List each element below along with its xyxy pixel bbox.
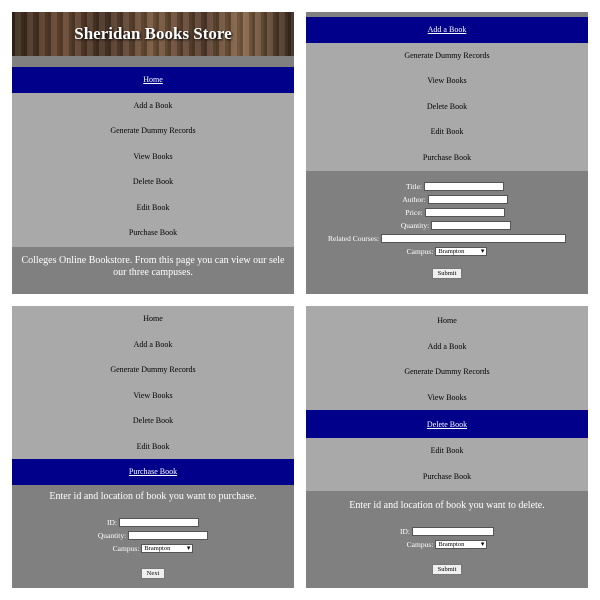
- nav-item-purchase-book[interactable]: Purchase Book: [306, 463, 588, 489]
- nav-menu: Home Add a Book Generate Dummy Records V…: [12, 306, 294, 485]
- nav-item-delete-book[interactable]: Delete Book: [12, 169, 294, 195]
- intro-line-2: our three campuses.: [113, 267, 193, 278]
- add-book-page-panel: Add a Book Generate Dummy Records View B…: [306, 12, 588, 294]
- nav-item-view-books[interactable]: View Books: [12, 382, 294, 408]
- nav-item-generate-dummy-records[interactable]: Generate Dummy Records: [306, 359, 588, 385]
- nav-item-edit-book[interactable]: Edit Book: [306, 119, 588, 145]
- related-courses-label: Related Courses:: [327, 234, 380, 243]
- submit-button[interactable]: Submit: [431, 564, 463, 575]
- nav-menu: Home Add a Book Generate Dummy Records V…: [12, 67, 294, 246]
- nav-item-add-book[interactable]: Add a Book: [306, 17, 588, 43]
- store-title: Sheridan Books Store: [74, 24, 232, 43]
- id-input[interactable]: [412, 527, 494, 536]
- price-input[interactable]: [424, 208, 505, 217]
- intro-text: Colleges Online Bookstore. From this pag…: [12, 247, 294, 279]
- nav-item-home[interactable]: Home: [12, 306, 294, 332]
- campus-select[interactable]: Brampton: [435, 540, 488, 549]
- nav-item-view-books[interactable]: View Books: [12, 143, 294, 169]
- nav-item-delete-book[interactable]: Delete Book: [12, 408, 294, 434]
- nav-item-edit-book[interactable]: Edit Book: [12, 433, 294, 459]
- id-input[interactable]: [119, 518, 199, 527]
- nav-item-generate-dummy-records[interactable]: Generate Dummy Records: [12, 357, 294, 383]
- campus-label: Campus:: [112, 544, 140, 553]
- banner-divider: [12, 56, 294, 67]
- submit-button[interactable]: Submit: [431, 268, 463, 279]
- nav-item-add-book[interactable]: Add a Book: [12, 92, 294, 118]
- campus-select-value: Brampton: [438, 541, 465, 548]
- campus-label: Campus:: [406, 540, 434, 549]
- author-label: Author:: [402, 195, 426, 204]
- nav-item-view-books[interactable]: View Books: [306, 68, 588, 94]
- delete-instructions: Enter id and location of book you want t…: [349, 500, 545, 511]
- nav-item-generate-dummy-records[interactable]: Generate Dummy Records: [306, 42, 588, 68]
- nav-item-delete-book[interactable]: Delete Book: [306, 410, 588, 438]
- price-label: Price:: [405, 208, 423, 217]
- nav-item-edit-book[interactable]: Edit Book: [306, 438, 588, 464]
- intro-section: Colleges Online Bookstore. From this pag…: [12, 247, 294, 294]
- quantity-label: Quantity:: [97, 531, 127, 540]
- author-input[interactable]: [427, 195, 508, 204]
- quantity-label: Quantity:: [400, 221, 430, 230]
- campus-select[interactable]: Brampton: [435, 247, 488, 256]
- delete-book-page-panel: Home Add a Book Generate Dummy Records V…: [306, 306, 588, 588]
- home-page-panel: Sheridan Books Store Home Add a Book Gen…: [12, 12, 294, 294]
- campus-select[interactable]: Brampton: [141, 544, 194, 553]
- nav-menu: Home Add a Book Generate Dummy Records V…: [306, 306, 588, 489]
- nav-item-add-book[interactable]: Add a Book: [306, 333, 588, 359]
- add-book-form: Title: Author: Price: Quantity: Related …: [306, 171, 588, 294]
- nav-item-edit-book[interactable]: Edit Book: [12, 194, 294, 220]
- title-label: Title:: [406, 182, 422, 191]
- id-label: ID:: [400, 527, 410, 536]
- campus-select-value: Brampton: [438, 248, 465, 255]
- nav-item-view-books[interactable]: View Books: [306, 384, 588, 410]
- purchase-form: Enter id and location of book you want t…: [12, 485, 294, 588]
- quantity-input[interactable]: [128, 531, 209, 540]
- intro-line-1: Colleges Online Bookstore. From this pag…: [21, 255, 285, 266]
- store-banner: Sheridan Books Store: [12, 12, 294, 56]
- nav-menu: Add a Book Generate Dummy Records View B…: [306, 17, 588, 170]
- nav-item-add-book[interactable]: Add a Book: [12, 331, 294, 357]
- nav-item-home[interactable]: Home: [306, 308, 588, 334]
- nav-item-purchase-book[interactable]: Purchase Book: [306, 144, 588, 170]
- nav-item-purchase-book[interactable]: Purchase Book: [12, 220, 294, 246]
- purchase-instructions: Enter id and location of book you want t…: [49, 491, 257, 502]
- related-courses-input[interactable]: [381, 234, 567, 243]
- nav-item-purchase-book[interactable]: Purchase Book: [12, 459, 294, 485]
- nav-item-delete-book[interactable]: Delete Book: [306, 93, 588, 119]
- quantity-input[interactable]: [431, 221, 512, 230]
- nav-item-home[interactable]: Home: [12, 67, 294, 93]
- purchase-book-page-panel: Home Add a Book Generate Dummy Records V…: [12, 306, 294, 588]
- campus-label: Campus:: [406, 247, 434, 256]
- delete-form: Enter id and location of book you want t…: [306, 491, 588, 588]
- campus-select-value: Brampton: [144, 545, 171, 552]
- id-label: ID:: [107, 518, 117, 527]
- nav-item-generate-dummy-records[interactable]: Generate Dummy Records: [12, 118, 294, 144]
- next-button[interactable]: Next: [140, 568, 166, 579]
- title-input[interactable]: [423, 182, 504, 191]
